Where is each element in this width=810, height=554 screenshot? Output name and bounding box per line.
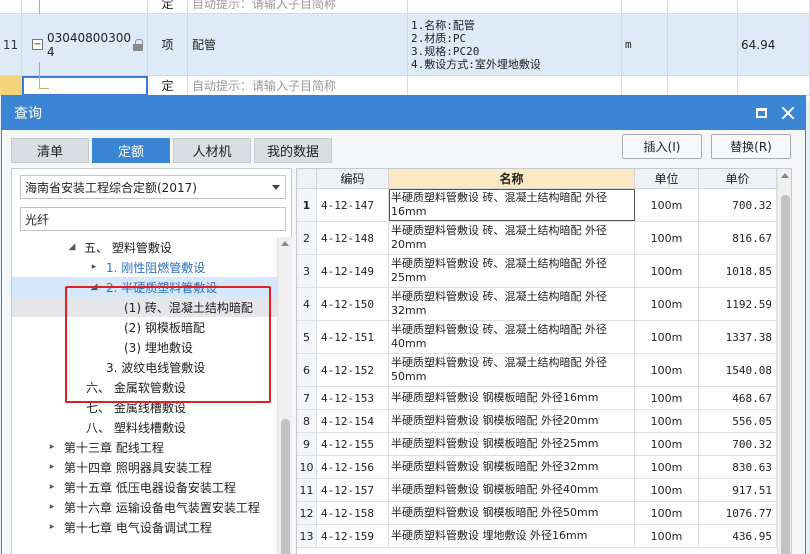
grid-scroll-thumb[interactable] [781, 195, 790, 554]
tree-scroll-thumb[interactable] [281, 419, 290, 554]
tree-node[interactable]: ▸ 第十五章 低压电器设备安装工程 [12, 477, 277, 497]
table-row[interactable]: 10 4-12-156 半硬质塑料管敷设 钢模板暗配 外径32mm 100m 8… [297, 456, 777, 479]
table-row[interactable]: 6 4-12-152 半硬质塑料管敷设 砖、混凝土结构暗配 外径50mm 100… [297, 354, 777, 387]
expand-triangle-icon[interactable]: ▸ [88, 262, 100, 272]
tree-node[interactable]: 六、 金属软管敷设 [12, 377, 277, 397]
expand-triangle-icon[interactable]: ◢ [66, 242, 78, 252]
tree-node[interactable]: 八、 塑料线槽敷设 [12, 417, 277, 437]
tab-quota[interactable]: 定额 [92, 138, 170, 163]
library-select-value: 海南省安装工程综合定额(2017) [25, 180, 197, 195]
background-spreadsheet: 定 自动提示：请输入子目简称 11 − 03040800300 4 项 配管 1.… [0, 0, 810, 100]
expand-triangle-icon[interactable]: ▸ [46, 462, 58, 472]
scroll-up-icon[interactable] [781, 173, 789, 178]
insert-button[interactable]: 插入(I) [622, 134, 702, 159]
expand-triangle-icon[interactable]: ◢ [88, 282, 100, 292]
tree-node[interactable]: ▸ 第十六章 运输设备电气装置安装工程 [12, 497, 277, 517]
table-row[interactable]: 12 4-12-158 半硬质塑料管敷设 钢模板暗配 外径50mm 100m 1… [297, 502, 777, 525]
tree-scrollbar[interactable] [277, 237, 292, 554]
item-type: 项 [148, 14, 188, 75]
column-header-price[interactable]: 单价 [699, 169, 777, 189]
tree-line [39, 0, 40, 14]
tree-node[interactable]: (3) 埋地敷设 [12, 337, 277, 357]
table-row[interactable]: 8 4-12-154 半硬质塑料管敷设 钢模板暗配 外径20mm 100m 55… [297, 410, 777, 433]
column-header [297, 169, 317, 189]
scroll-up-icon[interactable] [281, 241, 289, 246]
close-icon[interactable] [781, 106, 795, 120]
maximize-icon[interactable] [756, 108, 767, 118]
table-row[interactable]: 5 4-12-151 半硬质塑料管敷设 砖、混凝土结构暗配 外径40mm 100… [297, 321, 777, 354]
tree-node[interactable]: ◢ 2. 半硬质塑料管敷设 [12, 277, 277, 297]
grid-scrollbar[interactable] [777, 169, 791, 554]
row-selected-indicator [0, 76, 22, 96]
column-header-unit[interactable]: 单位 [635, 169, 699, 189]
tree-node[interactable]: ▸ 第十三章 配线工程 [12, 437, 277, 457]
query-dialog: 查询 清单 定额 人材机 我的数据 插入(I) 替换(R) 海南省安装工程综合定… [1, 95, 806, 554]
tree-node[interactable]: (1) 砖、混凝土结构暗配 [12, 297, 277, 317]
expand-triangle-icon[interactable]: ▸ [46, 522, 58, 532]
row-number: 11 [0, 14, 22, 75]
expand-triangle-icon[interactable]: ▸ [46, 502, 58, 512]
tab-bar: 清单 定额 人材机 我的数据 [11, 138, 332, 163]
table-row[interactable]: 11 4-12-157 半硬质塑料管敷设 钢模板暗配 外径40mm 100m 9… [297, 479, 777, 502]
tree-node[interactable]: 七、 金属线槽敷设 [12, 397, 277, 417]
table-row[interactable]: 2 4-12-148 半硬质塑料管敷设 砖、混凝土结构暗配 外径20mm 100… [297, 222, 777, 255]
search-input[interactable] [20, 207, 286, 231]
table-row[interactable]: 3 4-12-149 半硬质塑料管敷设 砖、混凝土结构暗配 外径25mm 100… [297, 255, 777, 288]
item-unit: m [622, 14, 668, 75]
tree-node[interactable]: (2) 钢模板暗配 [12, 317, 277, 337]
table-row[interactable]: 定 自动提示：请输入子目简称 [0, 0, 810, 14]
column-header-name[interactable]: 名称 [389, 169, 635, 189]
item-features: 1.名称:配管 2.材质:PC 3.规格:PC20 4.敷设方式:室外埋地敷设 [408, 14, 622, 75]
table-row[interactable]: 1 4-12-147 半硬质塑料管敷设 砖、混凝土结构暗配 外径16mm 100… [297, 189, 777, 222]
quota-tree: ◢ 五、 塑料管敷设 ▸ 1. 刚性阻燃管敷设 ◢ 2. 半硬质塑料管敷设 (1) 砖… [12, 237, 277, 554]
tab-my-data[interactable]: 我的数据 [254, 138, 332, 163]
collapse-icon[interactable]: − [32, 39, 43, 50]
tree-node[interactable]: ▸ 第十七章 电气设备调试工程 [12, 517, 277, 537]
tab-labor-material[interactable]: 人材机 [173, 138, 251, 163]
item-name: 配管 [188, 14, 408, 75]
dialog-titlebar[interactable]: 查询 [2, 96, 805, 130]
expand-triangle-icon[interactable]: ▸ [46, 482, 58, 492]
tree-line [39, 88, 49, 89]
table-row[interactable]: 11 − 03040800300 4 项 配管 1.名称:配管 2.材质:PC 3… [0, 14, 810, 76]
chevron-down-icon[interactable] [272, 185, 280, 190]
expand-triangle-icon[interactable]: ▸ [46, 442, 58, 452]
table-row[interactable]: 13 4-12-159 半硬质塑料管敷设 埋地敷设 外径16mm 100m 43… [297, 525, 777, 548]
tree-node[interactable]: ▸ 1. 刚性阻燃管敷设 [12, 257, 277, 277]
item-quantity: 64.94 [738, 14, 810, 75]
tree-node[interactable]: ◢ 五、 塑料管敷设 [12, 237, 277, 257]
dialog-title: 查询 [14, 106, 42, 122]
replace-button[interactable]: 替换(R) [711, 134, 791, 159]
tree-node[interactable]: ▸ 第十四章 照明器具安装工程 [12, 457, 277, 477]
quota-grid: 编码 名称 单位 单价 1 4-12-147 半硬质塑料管敷设 砖、混凝土结构暗… [296, 168, 792, 554]
column-header-code[interactable]: 编码 [317, 169, 389, 189]
code-input-cell[interactable] [22, 76, 148, 96]
tab-bill[interactable]: 清单 [11, 138, 89, 163]
tree-node[interactable]: 3. 波纹电线管敷设 [12, 357, 277, 377]
quota-tree-panel: 海南省安装工程综合定额(2017) ◢五、 塑料管敷设 ▸1. 刚性阻燃管敷设 … [11, 168, 292, 554]
item-code: 03040800300 4 [47, 30, 131, 59]
table-row[interactable]: 4 4-12-150 半硬质塑料管敷设 砖、混凝土结构暗配 外径32mm 100… [297, 288, 777, 321]
lock-icon [133, 38, 143, 51]
table-row[interactable]: 9 4-12-155 半硬质塑料管敷设 钢模板暗配 外径25mm 100m 70… [297, 433, 777, 456]
library-select[interactable]: 海南省安装工程综合定额(2017) [20, 175, 286, 199]
table-row[interactable]: 7 4-12-153 半硬质塑料管敷设 钢模板暗配 外径16mm 100m 46… [297, 387, 777, 410]
tree-line [39, 62, 40, 88]
